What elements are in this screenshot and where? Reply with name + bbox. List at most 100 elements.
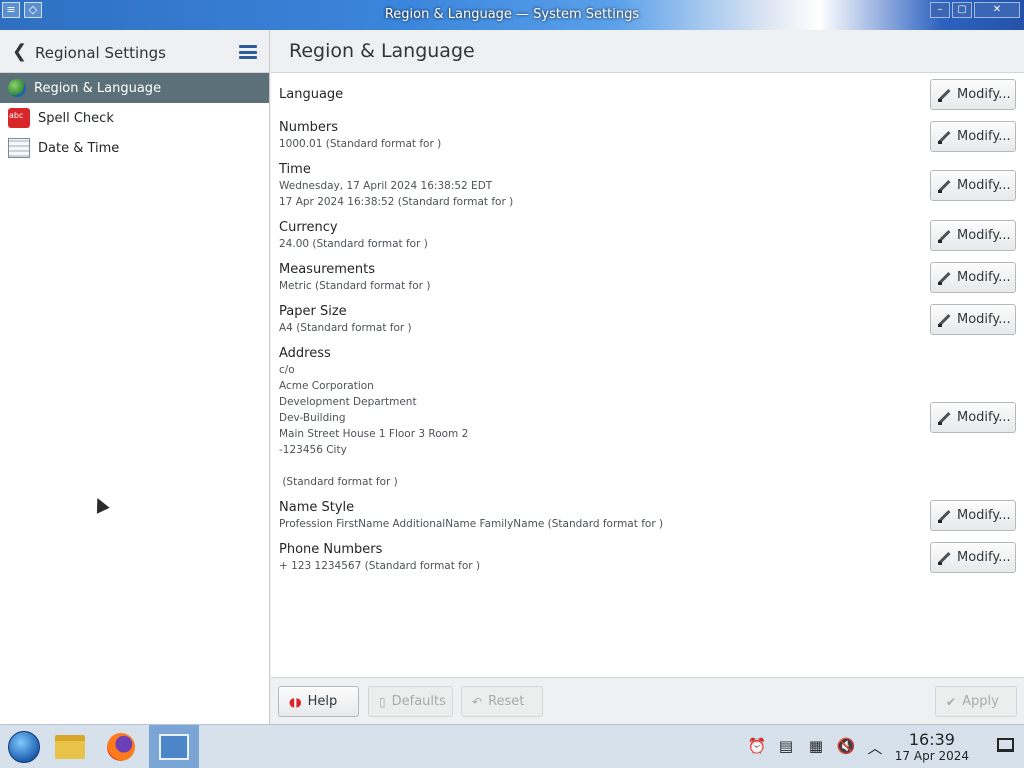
- globe-icon: [8, 79, 26, 97]
- button-label: Modify...: [957, 312, 1011, 327]
- page-title: Region & Language: [271, 30, 1024, 73]
- setting-label: Currency: [279, 220, 338, 235]
- sidebar-item-spell-check[interactable]: Spell Check: [0, 103, 269, 133]
- clock-date: 17 Apr 2024: [894, 749, 969, 763]
- sidebar-list: Region & Language Spell Check Date & Tim…: [0, 73, 269, 163]
- window-title: Region & Language — System Settings: [384, 7, 640, 22]
- sidebar: ❮ Regional Settings Region & Language Sp…: [0, 30, 270, 724]
- setting-value: A4 (Standard format for ): [279, 322, 412, 334]
- window-titlebar: ≡ ◇ Region & Language — System Settings …: [0, 0, 1024, 30]
- setting-label: Address: [279, 346, 331, 361]
- setting-label: Paper Size: [279, 304, 347, 319]
- file-manager-icon: [55, 735, 85, 759]
- hamburger-menu-icon[interactable]: [239, 45, 257, 59]
- setting-label: Phone Numbers: [279, 542, 383, 557]
- minimize-button[interactable]: –: [930, 2, 950, 18]
- reset-button[interactable]: ↶ Reset: [461, 686, 543, 717]
- notifications-icon[interactable]: ⏰: [747, 737, 767, 757]
- help-button[interactable]: ◖◗ Help: [278, 686, 359, 717]
- edit-icon: [937, 509, 951, 523]
- setting-time: Time Wednesday, 17 April 2024 16:38:52 E…: [279, 162, 1016, 210]
- setting-currency: Currency 24.00 (Standard format for ) Mo…: [279, 220, 1016, 252]
- modify-address-button[interactable]: Modify...: [930, 402, 1016, 433]
- button-label: Apply: [962, 694, 999, 709]
- setting-value: Metric (Standard format for ): [279, 280, 431, 292]
- settings-list: Language Modify... Numbers 1000.01 (Stan…: [271, 73, 1024, 677]
- file-manager-button[interactable]: [46, 725, 94, 768]
- button-label: Modify...: [957, 129, 1011, 144]
- clock[interactable]: 16:39 17 Apr 2024: [894, 730, 969, 764]
- setting-label: Numbers: [279, 120, 338, 135]
- modify-currency-button[interactable]: Modify...: [930, 220, 1016, 251]
- setting-name-style: Name Style Profession FirstName Addition…: [279, 500, 1016, 532]
- sidebar-title: Regional Settings: [35, 44, 167, 62]
- edit-icon: [937, 271, 951, 285]
- button-label: Modify...: [957, 270, 1011, 285]
- clock-time: 16:39: [908, 730, 955, 749]
- button-label: Help: [307, 694, 338, 709]
- edit-icon: [937, 130, 951, 144]
- setting-measurements: Measurements Metric (Standard format for…: [279, 262, 1016, 294]
- button-label: Modify...: [957, 178, 1011, 193]
- firefox-button[interactable]: [97, 725, 145, 768]
- setting-address: Address c/o Acme Corporation Development…: [279, 346, 1016, 490]
- button-label: Modify...: [957, 87, 1011, 102]
- setting-value: Profession FirstName AdditionalName Fami…: [279, 518, 664, 530]
- button-label: Modify...: [957, 550, 1011, 565]
- setting-label: Name Style: [279, 500, 355, 515]
- setting-phone-numbers: Phone Numbers + 123 1234567 (Standard fo…: [279, 542, 1016, 574]
- volume-muted-icon[interactable]: 🔇: [836, 737, 856, 757]
- modify-name-style-button[interactable]: Modify...: [930, 500, 1016, 531]
- setting-value: Wednesday, 17 April 2024 16:38:52 EDT 17…: [279, 180, 514, 208]
- help-icon: ◖◗: [289, 694, 302, 709]
- main-panel: Region & Language Language Modify... Num…: [271, 30, 1024, 724]
- close-button[interactable]: ✕: [974, 2, 1020, 18]
- setting-paper-size: Paper Size A4 (Standard format for ) Mod…: [279, 304, 1016, 336]
- expand-tray-icon[interactable]: ︿: [865, 737, 885, 757]
- window-controls: – ▢ ✕: [930, 2, 1020, 18]
- modify-measurements-button[interactable]: Modify...: [930, 262, 1016, 293]
- modify-paper-size-button[interactable]: Modify...: [930, 304, 1016, 335]
- setting-language: Language Modify...: [279, 79, 1016, 110]
- setting-label: Language: [279, 87, 344, 102]
- sidebar-item-label: Spell Check: [38, 110, 114, 126]
- button-label: Reset: [488, 694, 525, 709]
- modify-language-button[interactable]: Modify...: [930, 79, 1016, 110]
- sidebar-item-label: Date & Time: [38, 140, 120, 156]
- setting-value: 24.00 (Standard format for ): [279, 238, 428, 250]
- button-label: Modify...: [957, 228, 1011, 243]
- modify-phone-numbers-button[interactable]: Modify...: [930, 542, 1016, 573]
- clipboard-icon[interactable]: ▤: [776, 737, 796, 757]
- system-settings-task[interactable]: [149, 725, 199, 768]
- sidebar-item-region-language[interactable]: Region & Language: [0, 73, 269, 103]
- edit-icon: [937, 551, 951, 565]
- sidebar-header: ❮ Regional Settings: [0, 30, 269, 73]
- edit-icon: [937, 88, 951, 102]
- setting-label: Measurements: [279, 262, 376, 277]
- system-settings-icon: [159, 734, 189, 760]
- sidebar-item-label: Region & Language: [34, 80, 162, 96]
- button-label: Modify...: [957, 410, 1011, 425]
- button-label: Modify...: [957, 508, 1011, 523]
- show-desktop-icon[interactable]: [997, 738, 1014, 752]
- edit-icon: [937, 179, 951, 193]
- back-arrow-icon[interactable]: ❮: [12, 41, 27, 62]
- edit-icon: [937, 313, 951, 327]
- spell-check-icon: [8, 108, 30, 128]
- setting-numbers: Numbers 1000.01 (Standard format for ) M…: [279, 120, 1016, 152]
- edit-icon: [937, 411, 951, 425]
- modify-time-button[interactable]: Modify...: [930, 170, 1016, 201]
- reset-icon: ↶: [472, 694, 483, 709]
- start-menu-icon: [8, 731, 40, 763]
- start-menu-button[interactable]: [0, 725, 48, 768]
- setting-value: 1000.01 (Standard format for ): [279, 138, 442, 150]
- firefox-icon: [107, 733, 135, 761]
- sidebar-item-date-time[interactable]: Date & Time: [0, 133, 269, 163]
- apply-button[interactable]: ✔ Apply: [935, 686, 1017, 717]
- defaults-icon: ▯: [379, 694, 386, 709]
- maximize-button[interactable]: ▢: [952, 2, 972, 18]
- edit-icon: [937, 229, 951, 243]
- defaults-button[interactable]: ▯ Defaults: [368, 686, 453, 717]
- battery-icon[interactable]: ▦: [806, 737, 826, 757]
- modify-numbers-button[interactable]: Modify...: [930, 121, 1016, 152]
